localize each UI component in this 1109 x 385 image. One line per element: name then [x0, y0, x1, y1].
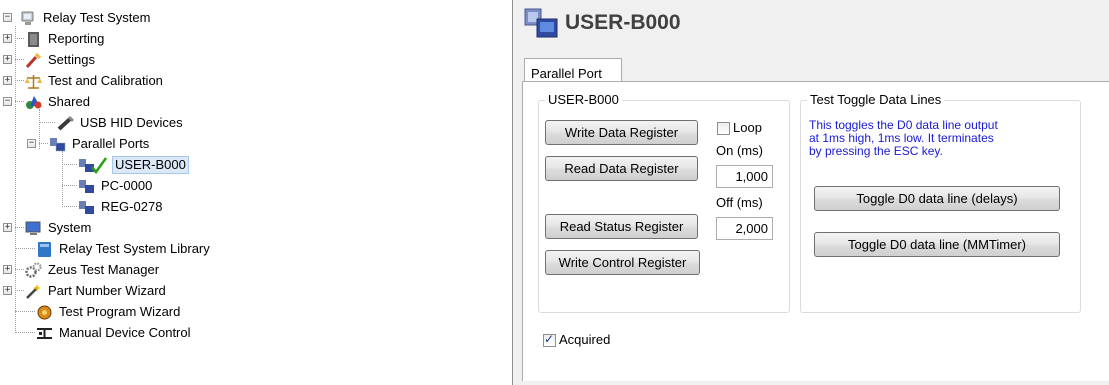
tree-item-relay-test-system[interactable]: Relay Test System — [20, 8, 152, 28]
gears-icon — [25, 262, 42, 279]
toggle-info-text: This toggles the D0 data line output at … — [809, 118, 998, 158]
expand-system-icon[interactable]: + — [3, 223, 12, 232]
monitor-icon — [25, 220, 42, 237]
collapse-root-icon[interactable]: − — [3, 13, 12, 22]
tree-item-zeus[interactable]: Zeus Test Manager — [25, 260, 161, 280]
computer-icon — [20, 10, 37, 27]
report-icon — [25, 31, 42, 48]
panel-header: USER-B000 — [513, 0, 1109, 46]
tree-item-label: Reporting — [48, 31, 105, 46]
tree-item-label: Test and Calibration — [48, 73, 163, 88]
acquired-checkbox[interactable] — [543, 332, 556, 347]
device-panel: USER-B000 Parallel Port USER-B000 Write … — [513, 0, 1109, 385]
loop-label: Loop — [733, 120, 762, 135]
navigation-tree: − + + + − − + + + Relay Test System Repo… — [0, 0, 500, 385]
loop-checkbox[interactable] — [717, 122, 730, 135]
tree-item-manual-device[interactable]: Manual Device Control — [36, 323, 193, 343]
tree-item-shared[interactable]: Shared — [25, 92, 92, 112]
tree-item-reg-0278[interactable]: REG-0278 — [78, 197, 164, 217]
tree-item-label: USB HID Devices — [80, 115, 183, 130]
shared-shapes-icon — [25, 94, 42, 111]
off-ms-input[interactable]: 2,000 — [716, 217, 773, 240]
tree-item-label: PC-0000 — [101, 178, 153, 193]
parallel-port-icon — [78, 178, 95, 195]
tree-item-label: Parallel Ports — [72, 136, 150, 151]
expand-test-calibration-icon[interactable]: + — [3, 76, 12, 85]
tree-item-label: Shared — [48, 94, 90, 109]
expand-zeus-icon[interactable]: + — [3, 265, 12, 274]
wand-icon — [25, 283, 42, 300]
expand-settings-icon[interactable]: + — [3, 55, 12, 64]
tree-item-parallel-ports[interactable]: Parallel Ports — [49, 134, 151, 154]
tree-item-label: Manual Device Control — [59, 325, 191, 340]
groupbox-title: Test Toggle Data Lines — [807, 92, 945, 107]
tree-item-label: Test Program Wizard — [59, 304, 181, 319]
toggle-d0-mmtimer-button[interactable]: Toggle D0 data line (MMTimer) — [814, 232, 1060, 257]
tree-item-pc-0000[interactable]: PC-0000 — [78, 176, 154, 196]
tree-item-label: USER-B000 — [112, 156, 189, 174]
on-ms-label: On (ms) — [716, 143, 763, 158]
parallel-port-icon — [523, 5, 559, 41]
tree-item-library[interactable]: Relay Test System Library — [36, 239, 212, 259]
tree-item-usb-hid[interactable]: USB HID Devices — [57, 113, 185, 133]
device-control-icon — [36, 325, 53, 342]
tree-item-label: REG-0278 — [101, 199, 163, 214]
parallel-port-icon — [49, 136, 66, 153]
scale-icon — [25, 73, 42, 90]
tree-item-test-program[interactable]: Test Program Wizard — [36, 302, 182, 322]
tree-item-part-number[interactable]: Part Number Wizard — [25, 281, 168, 301]
tree-item-label: Part Number Wizard — [48, 283, 166, 298]
parallel-port-icon — [78, 199, 95, 216]
tree-item-label: Relay Test System Library — [59, 241, 210, 256]
tree-item-label: Relay Test System — [43, 10, 151, 25]
read-status-register-button[interactable]: Read Status Register — [545, 214, 698, 239]
panel-title: USER-B000 — [565, 11, 681, 34]
tree-item-reporting[interactable]: Reporting — [25, 29, 106, 49]
wizard-icon — [36, 304, 53, 321]
usb-icon — [57, 115, 75, 132]
parallel-port-checked-icon — [78, 156, 108, 174]
tree-item-test-calibration[interactable]: Test and Calibration — [25, 71, 165, 91]
tab-parallel-port[interactable]: Parallel Port — [524, 58, 622, 82]
tab-page: USER-B000 Write Data Register Read Data … — [522, 81, 1109, 381]
write-control-register-button[interactable]: Write Control Register — [545, 250, 700, 275]
tree-item-label: Zeus Test Manager — [48, 262, 160, 277]
tree-item-user-b000[interactable]: USER-B000 — [78, 155, 189, 175]
tree-item-label: System — [48, 220, 92, 235]
expand-part-number-icon[interactable]: + — [3, 286, 12, 295]
groupbox-title: USER-B000 — [545, 92, 622, 107]
tree-item-settings[interactable]: Settings — [25, 50, 97, 70]
read-data-register-button[interactable]: Read Data Register — [545, 156, 698, 181]
acquired-label: Acquired — [559, 332, 611, 347]
library-icon — [36, 241, 53, 258]
collapse-shared-icon[interactable]: − — [3, 97, 12, 106]
tree-item-system[interactable]: System — [25, 218, 93, 238]
on-ms-input[interactable]: 1,000 — [716, 165, 773, 188]
toggle-d0-delays-button[interactable]: Toggle D0 data line (delays) — [814, 186, 1060, 211]
tree-item-label: Settings — [48, 52, 95, 67]
write-data-register-button[interactable]: Write Data Register — [545, 120, 698, 145]
off-ms-label: Off (ms) — [716, 195, 763, 210]
collapse-parallel-ports-icon[interactable]: − — [27, 139, 36, 148]
expand-reporting-icon[interactable]: + — [3, 34, 12, 43]
wrench-icon — [25, 52, 42, 69]
